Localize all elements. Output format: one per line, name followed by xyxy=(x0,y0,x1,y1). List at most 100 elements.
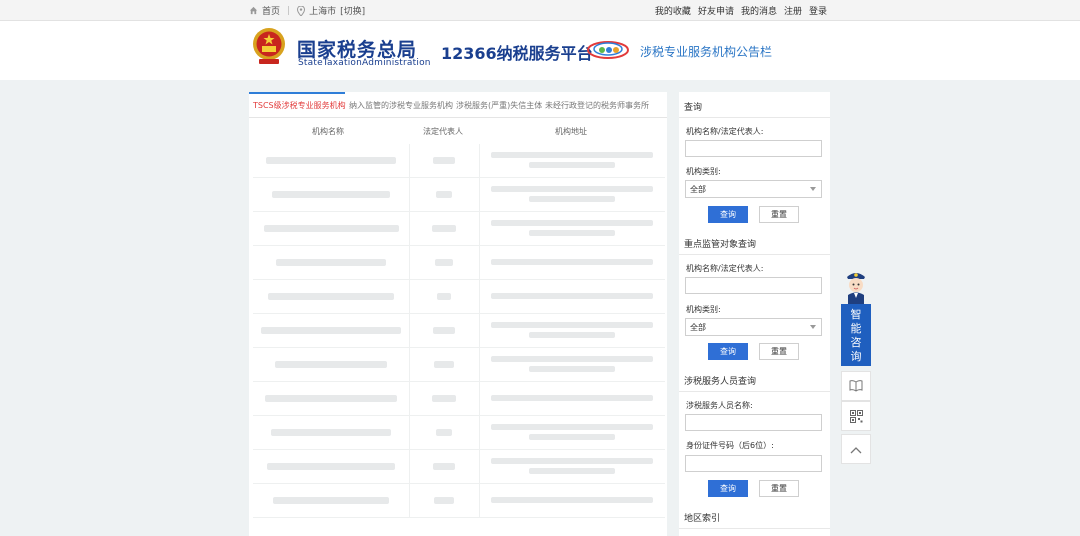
legal-representative-cell xyxy=(409,246,480,279)
query-type-select[interactable]: 全部 xyxy=(685,180,822,198)
site-logo-subtitle: StateTaxationAdministration xyxy=(298,58,431,68)
table-row[interactable] xyxy=(253,348,665,382)
table-row[interactable] xyxy=(253,314,665,348)
personnel-reset-button[interactable]: 重置 xyxy=(759,480,799,497)
my-favorites-link[interactable]: 我的收藏 xyxy=(655,4,691,17)
table-row[interactable] xyxy=(253,246,665,280)
legal-representative-cell xyxy=(409,178,480,211)
qr-code-button[interactable] xyxy=(841,401,871,431)
login-link[interactable]: 登录 xyxy=(809,4,827,17)
tab-tscs-agencies[interactable]: TSCS级涉税专业服务机构 xyxy=(253,100,346,111)
agency-address-cell xyxy=(479,178,665,211)
agency-name-cell xyxy=(253,348,410,381)
table-body xyxy=(253,144,665,518)
my-messages-link[interactable]: 我的消息 xyxy=(741,4,777,17)
query-type-label: 机构类别: xyxy=(686,167,721,176)
personnel-name-input[interactable] xyxy=(685,414,822,431)
reset-button[interactable]: 重置 xyxy=(759,206,799,223)
personnel-id-input[interactable] xyxy=(685,455,822,472)
column-header-legal-representative: 法定代表人 xyxy=(423,127,463,136)
key-supervision-query-button[interactable]: 查询 xyxy=(708,343,748,360)
agency-name-cell xyxy=(253,212,410,245)
qr-code-icon xyxy=(850,410,863,423)
redacted-text xyxy=(434,497,454,504)
redacted-text xyxy=(267,463,395,470)
legal-representative-cell xyxy=(409,382,480,415)
key-supervision-reset-button[interactable]: 重置 xyxy=(759,343,799,360)
agency-address-cell xyxy=(479,416,665,449)
table-row[interactable] xyxy=(253,280,665,314)
redacted-text xyxy=(491,356,653,362)
redacted-text xyxy=(491,497,653,503)
legal-representative-cell xyxy=(409,416,480,449)
active-tab-indicator xyxy=(249,92,345,94)
redacted-text xyxy=(529,366,615,372)
table-row[interactable] xyxy=(253,178,665,212)
agency-address-cell xyxy=(479,212,665,245)
home-link[interactable]: 首页 xyxy=(262,4,280,17)
personnel-query-button[interactable]: 查询 xyxy=(708,480,748,497)
current-city: 上海市 xyxy=(309,7,337,17)
national-emblem-icon xyxy=(253,28,285,64)
chevron-up-icon xyxy=(850,447,862,454)
location-pin-icon xyxy=(297,5,306,16)
key-supervision-type-selected: 全部 xyxy=(690,323,706,332)
back-to-top-button[interactable] xyxy=(841,434,871,464)
redacted-text xyxy=(266,157,396,164)
redacted-text xyxy=(491,186,653,192)
query-button[interactable]: 查询 xyxy=(708,206,748,223)
table-row[interactable] xyxy=(253,484,665,518)
query-name-label: 机构名称/法定代表人: xyxy=(686,127,764,136)
section-divider xyxy=(679,528,830,529)
key-supervision-section-title: 重点监管对象查询 xyxy=(684,240,757,250)
legal-representative-cell xyxy=(409,484,480,517)
agency-name-cell xyxy=(253,450,410,483)
legal-representative-cell xyxy=(409,212,480,245)
redacted-text xyxy=(435,259,453,266)
tax-officer-mascot-icon[interactable] xyxy=(843,268,869,304)
redacted-text xyxy=(433,157,455,164)
tab-supervised-agencies[interactable]: 纳入监管的涉税专业服务机构 xyxy=(349,100,453,111)
register-link[interactable]: 注册 xyxy=(784,4,802,17)
book-icon xyxy=(849,380,863,392)
table-row[interactable] xyxy=(253,416,665,450)
column-header-agency-name: 机构名称 xyxy=(312,127,344,136)
personnel-id-label: 身份证件号码（后6位）: xyxy=(686,441,774,450)
personnel-section-title: 涉税服务人员查询 xyxy=(684,377,757,387)
column-header-agency-address: 机构地址 xyxy=(555,127,587,136)
chevron-down-icon xyxy=(810,325,816,329)
redacted-text xyxy=(491,152,653,158)
redacted-text xyxy=(275,361,387,368)
tab-unregistered-firms[interactable]: 未经行政登记的税务师事务所 xyxy=(545,100,649,111)
agency-address-cell xyxy=(479,450,665,483)
switch-city-link[interactable]: [切换] xyxy=(340,4,365,17)
friend-requests-link[interactable]: 好友申请 xyxy=(698,4,734,17)
section-divider xyxy=(679,391,830,392)
redacted-text xyxy=(491,220,653,226)
redacted-text xyxy=(433,327,455,334)
redacted-text xyxy=(437,293,451,300)
query-section-title: 查询 xyxy=(684,103,703,113)
platform-title: 12366纳税服务平台 xyxy=(441,44,593,63)
section-divider xyxy=(679,117,830,118)
redacted-text xyxy=(491,424,653,430)
top-bar-left: 首页 | 上海市 [切换] xyxy=(249,4,365,17)
table-row[interactable] xyxy=(253,212,665,246)
smart-consult-button[interactable]: 智能咨询 xyxy=(841,304,871,366)
top-separator: | xyxy=(287,5,291,16)
legal-representative-cell xyxy=(409,144,480,177)
agency-name-cell xyxy=(253,144,410,177)
table-row[interactable] xyxy=(253,450,665,484)
agency-address-cell xyxy=(479,280,665,313)
redacted-text xyxy=(263,225,399,232)
table-row[interactable] xyxy=(253,144,665,178)
table-row[interactable] xyxy=(253,382,665,416)
key-supervision-name-input[interactable] xyxy=(685,277,822,294)
redacted-text xyxy=(261,327,401,334)
guide-book-button[interactable] xyxy=(841,371,871,401)
key-supervision-type-select[interactable]: 全部 xyxy=(685,318,822,336)
query-name-input[interactable] xyxy=(685,140,822,157)
smart-consult-label: 智能咨询 xyxy=(850,308,862,363)
tab-untrustworthy-entities[interactable]: 涉税服务(严重)失信主体 xyxy=(456,100,542,111)
personnel-name-label: 涉税服务人员名称: xyxy=(686,401,753,410)
